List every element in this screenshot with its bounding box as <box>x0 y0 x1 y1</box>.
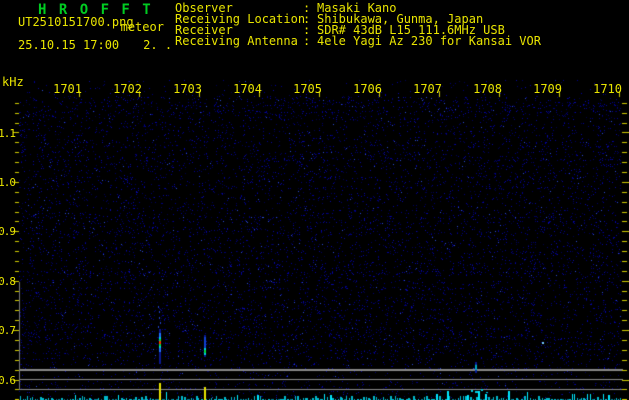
x-tick-label: 1706 <box>353 82 382 96</box>
x-tick-label: 1704 <box>233 82 262 96</box>
x-tick-label: 1710 <box>593 82 622 96</box>
x-tick-label: 1703 <box>173 82 202 96</box>
y-tick-label: 1.1 <box>0 126 16 140</box>
spectrogram-canvas <box>0 0 629 400</box>
observation-field-row: Receiving Antenna:4ele Yagi Az 230 for K… <box>175 34 541 48</box>
y-tick-label: 0.6 <box>0 373 16 387</box>
x-tick-label: 1709 <box>533 82 562 96</box>
station-name: meteor <box>120 20 164 34</box>
x-tick-label: 1705 <box>293 82 322 96</box>
output-filename: UT2510151700.pngmeteor <box>18 15 164 34</box>
x-tick-label: 1702 <box>113 82 142 96</box>
filename-text: UT2510151700.png <box>18 15 134 29</box>
datetime-text: 25.10.15 17:00 <box>18 38 120 52</box>
counter-text: 2. . <box>143 38 173 52</box>
y-tick-label: 0.9 <box>0 225 16 239</box>
observation-fields: Observer: Masaki Kano Receiving Location: S… <box>175 2 541 48</box>
datetime-line: 25.10.15 17:00 2. . <box>18 38 172 52</box>
field-colon: : <box>303 34 311 48</box>
x-tick-label: 1701 <box>53 82 82 96</box>
field-label: Receiving Antenna <box>175 34 298 48</box>
x-tick-label: 1707 <box>413 82 442 96</box>
y-tick-label: 1.0 <box>0 175 16 189</box>
x-tick-label: 1708 <box>473 82 502 96</box>
field-value: 4ele Yagi Az 230 for Kansai VOR <box>317 34 541 48</box>
y-axis-unit-label: kHz <box>2 75 24 89</box>
y-tick-label: 0.8 <box>0 274 16 288</box>
hrofft-window: H R O F F T UT2510151700.pngmeteor 25.10… <box>0 0 629 400</box>
y-tick-label: 0.7 <box>0 324 16 338</box>
